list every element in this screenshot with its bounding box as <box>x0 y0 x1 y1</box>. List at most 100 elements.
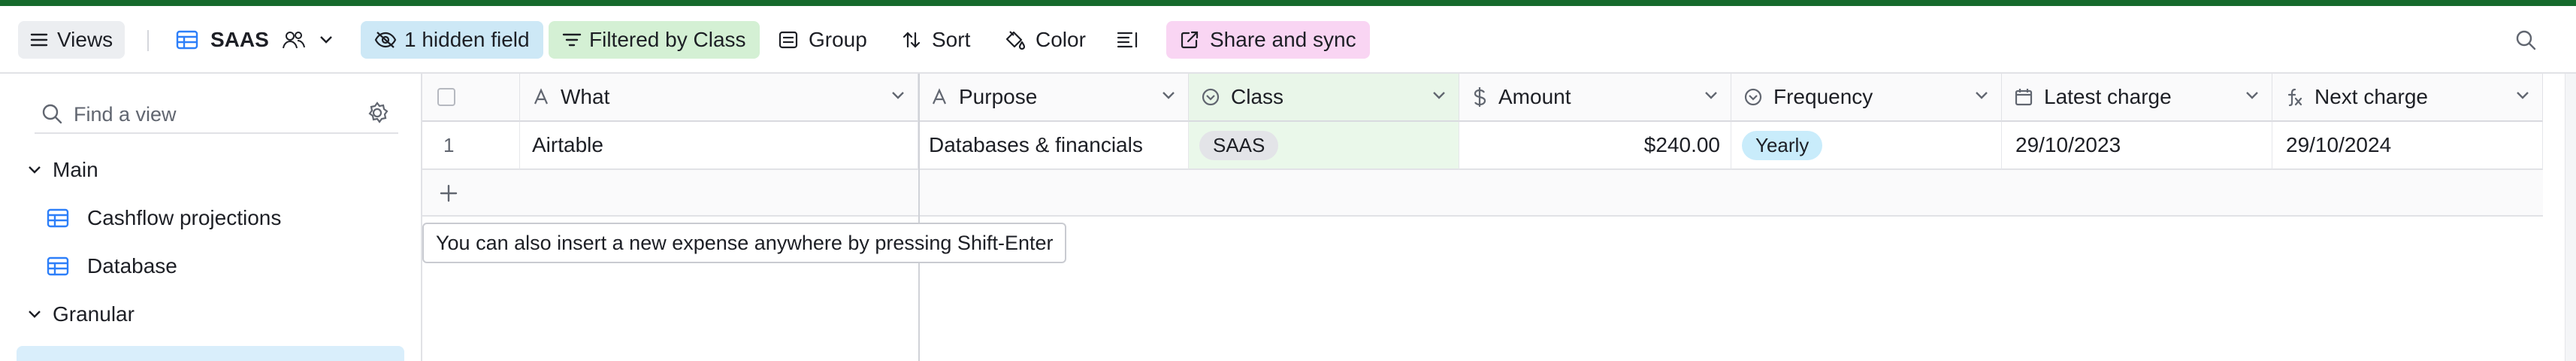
filter-icon <box>562 33 582 47</box>
selected-view-highlight[interactable] <box>17 346 404 361</box>
row-number-label: 1 <box>443 133 455 156</box>
chevron-down-icon[interactable] <box>1432 90 1447 101</box>
group-label: Group <box>809 28 867 51</box>
column-header-class[interactable]: Class <box>1189 74 1459 122</box>
filter-button[interactable]: Filtered by Class <box>549 21 760 59</box>
search-icon <box>2516 30 2536 50</box>
column-label: What <box>561 85 610 108</box>
plus-icon[interactable] <box>439 184 458 203</box>
cell-class[interactable]: SAAS <box>1189 122 1459 170</box>
group-button[interactable]: Group <box>779 21 867 59</box>
eye-off-icon <box>374 32 397 48</box>
column-header-next-charge[interactable]: Next charge <box>2272 74 2543 122</box>
row-height-button[interactable] <box>1117 21 1139 59</box>
column-header-amount[interactable]: Amount <box>1459 74 1731 122</box>
share-and-sync-button[interactable]: Share and sync <box>1166 21 1370 59</box>
column-label: Next charge <box>2314 85 2428 108</box>
chevron-down-icon[interactable] <box>890 90 906 101</box>
find-view-input[interactable]: Find a view <box>35 95 398 134</box>
collaborators-icon <box>282 32 305 49</box>
grid-view-icon <box>47 256 69 276</box>
cell-purpose[interactable]: Databases & financials <box>918 122 1189 170</box>
search-icon <box>42 104 62 124</box>
text-a-icon <box>932 88 947 105</box>
sidebar-item-label: Cashflow projections <box>87 206 282 229</box>
select-all-checkbox[interactable] <box>437 88 455 106</box>
column-label: Class <box>1231 85 1284 108</box>
chevron-down-icon <box>29 311 41 318</box>
cell-what[interactable]: Airtable <box>520 122 918 170</box>
search-button[interactable] <box>2514 21 2537 59</box>
chevron-down-icon[interactable] <box>1974 90 1989 101</box>
cell-next-charge[interactable]: 29/10/2024 <box>2272 122 2543 170</box>
table-view-switcher[interactable]: SAAS <box>176 21 334 59</box>
vertical-scrollbar[interactable] <box>2565 74 2576 361</box>
column-label: Frequency <box>1773 85 1873 108</box>
sidebar-item-database[interactable]: Database <box>47 254 177 278</box>
add-record-row[interactable] <box>422 170 918 217</box>
single-select-icon <box>1202 88 1220 106</box>
column-label: Purpose <box>959 85 1038 108</box>
sort-icon <box>903 32 921 48</box>
row-height-icon <box>1117 32 1138 48</box>
cell-value: Airtable <box>532 133 603 156</box>
view-toolbar: Views SAAS 1 hidden field Filtered by Cl… <box>0 6 2576 74</box>
cell-value: 29/10/2024 <box>2286 133 2392 156</box>
cell-frequency[interactable]: Yearly <box>1731 122 2002 170</box>
sidebar-item-cashflow-projections[interactable]: Cashflow projections <box>47 206 281 230</box>
table-name: SAAS <box>210 28 269 51</box>
formula-icon <box>2287 88 2302 107</box>
chevron-down-icon[interactable] <box>2245 90 2260 101</box>
column-label: Amount <box>1498 85 1571 108</box>
views-label: Views <box>57 28 113 51</box>
row-number[interactable]: 1 <box>422 122 520 170</box>
class-chip: SAAS <box>1199 130 1279 160</box>
column-header-frequency[interactable]: Frequency <box>1731 74 2002 122</box>
color-label: Color <box>1036 28 1086 51</box>
chevron-down-icon[interactable] <box>1704 90 1719 101</box>
section-label: Main <box>53 158 98 181</box>
cell-latest-charge[interactable]: 29/10/2023 <box>2002 122 2272 170</box>
hidden-fields-button[interactable]: 1 hidden field <box>361 21 543 59</box>
hidden-fields-label: 1 hidden field <box>404 28 530 51</box>
calendar-icon <box>2015 89 2033 106</box>
frequency-chip: Yearly <box>1742 130 1823 160</box>
cell-amount[interactable]: $240.00 <box>1459 122 1731 170</box>
find-view-placeholder: Find a view <box>74 103 177 126</box>
share-label: Share and sync <box>1210 28 1356 51</box>
top-accent-bar <box>0 0 2576 6</box>
section-main[interactable]: Main <box>27 158 98 182</box>
grid-view-icon <box>176 30 198 50</box>
cell-value: $240.00 <box>1643 133 1720 156</box>
views-sidebar: Find a view Main Cashflow projections Da… <box>0 74 422 361</box>
gear-icon[interactable] <box>365 101 389 125</box>
section-granular[interactable]: Granular <box>27 302 135 326</box>
views-button[interactable]: Views <box>18 21 125 59</box>
chevron-down-icon[interactable] <box>2515 90 2530 101</box>
select-all-header <box>422 74 520 122</box>
chevron-down-icon[interactable] <box>1161 90 1176 101</box>
column-header-purpose[interactable]: Purpose <box>918 74 1189 122</box>
color-button[interactable]: Color <box>1004 21 1086 59</box>
hamburger-icon <box>30 33 48 47</box>
section-label: Granular <box>53 302 135 326</box>
group-icon <box>779 31 798 49</box>
add-record-row-extension[interactable] <box>918 170 2543 217</box>
column-header-latest-charge[interactable]: Latest charge <box>2002 74 2272 122</box>
frozen-column-divider <box>918 74 920 361</box>
chevron-down-icon <box>29 166 41 174</box>
toolbar-divider <box>147 30 149 51</box>
sort-button[interactable]: Sort <box>902 21 970 59</box>
cell-value: 29/10/2023 <box>2015 133 2121 156</box>
tooltip-text: You can also insert a new expense anywhe… <box>436 231 1054 254</box>
insert-hint-tooltip: You can also insert a new expense anywhe… <box>422 223 1067 263</box>
chevron-down-icon <box>319 36 332 44</box>
sort-label: Sort <box>932 28 971 51</box>
data-grid: What Purpose Class Amount Frequency Late… <box>422 74 2543 361</box>
paint-bucket-icon <box>1005 31 1025 50</box>
cell-value: Databases & financials <box>929 133 1143 156</box>
grid-view-icon <box>47 208 69 228</box>
currency-icon <box>1474 87 1486 107</box>
sidebar-item-label: Database <box>87 254 177 278</box>
column-header-what[interactable]: What <box>520 74 918 122</box>
